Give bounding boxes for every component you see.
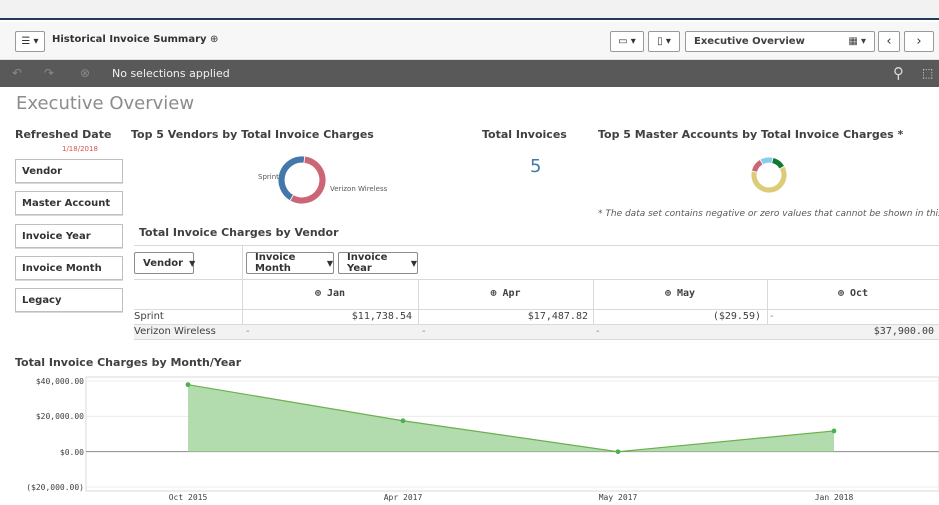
x-tick-label: May 2017 — [598, 493, 638, 502]
data-point[interactable] — [400, 418, 406, 424]
x-tick-label: Oct 2015 — [168, 493, 208, 502]
data-point[interactable] — [185, 382, 191, 388]
line-chart-plot[interactable] — [0, 0, 939, 505]
data-point[interactable] — [831, 428, 837, 434]
area-fill — [188, 384, 834, 452]
data-point[interactable] — [615, 449, 621, 455]
x-tick-label: Jan 2018 — [814, 493, 854, 502]
x-tick-label: Apr 2017 — [383, 493, 423, 502]
